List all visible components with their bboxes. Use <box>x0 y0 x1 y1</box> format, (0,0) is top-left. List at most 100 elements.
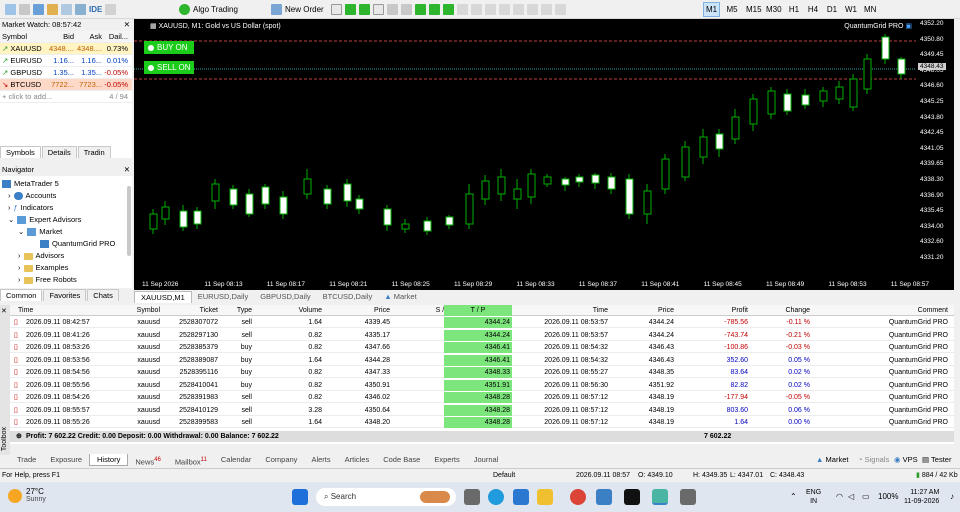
nav-expert-advisors[interactable]: ⌄ Expert Advisors <box>8 214 81 226</box>
zoom-out-icon[interactable] <box>401 4 412 15</box>
tf-h1[interactable]: H1 <box>786 2 802 17</box>
tf-m30[interactable]: M30 <box>764 2 784 17</box>
tab-chart-eurusd[interactable]: EURUSD,Daily <box>192 291 254 303</box>
tray-chevron-icon[interactable]: ⌃ <box>790 492 797 501</box>
market-watch-row-btcusd[interactable]: ↘ BTCUSD 7722... 7723... -0.05% <box>0 79 132 91</box>
app-icon[interactable] <box>680 489 696 505</box>
file-explorer-icon[interactable] <box>537 489 553 505</box>
tab-history[interactable]: History <box>89 454 129 466</box>
terminal-icon[interactable] <box>75 4 86 15</box>
status-profile[interactable]: Default <box>493 469 515 482</box>
price-chart[interactable]: ▦ XAUUSD, M1: Gold vs US Dollar (spot) Q… <box>134 19 954 290</box>
tab-details[interactable]: Details <box>41 146 77 158</box>
history-col-10[interactable]: Profit <box>732 305 748 316</box>
history-col-0[interactable]: Time <box>18 305 33 316</box>
history-col-11[interactable]: Change <box>785 305 810 316</box>
tab-tester[interactable]: ▤ Tester <box>922 454 951 466</box>
crosshair-icon[interactable] <box>499 4 510 15</box>
mail-icon[interactable] <box>513 489 529 505</box>
tab-alerts[interactable]: Alerts <box>304 454 337 466</box>
indicators-icon[interactable] <box>457 4 468 15</box>
history-col-8[interactable]: Time <box>593 305 608 316</box>
tab-favorites[interactable]: Favorites <box>43 289 87 301</box>
objects-icon[interactable] <box>471 4 482 15</box>
tab-news[interactable]: News46 <box>128 454 167 467</box>
tab-articles[interactable]: Articles <box>338 454 377 466</box>
tf-m15[interactable]: M15 <box>744 2 764 17</box>
battery-icon[interactable]: ▭ <box>862 492 870 501</box>
sell-toggle-button[interactable]: SELL ON <box>144 61 194 74</box>
chrome-icon[interactable] <box>570 489 586 505</box>
close-icon[interactable]: ✕ <box>1 307 7 315</box>
nav-advisors[interactable]: › Advisors <box>18 250 64 262</box>
tab-mailbox[interactable]: Mailbox11 <box>168 454 214 467</box>
navigator-icon[interactable] <box>61 4 72 15</box>
trendline-icon[interactable] <box>513 4 524 15</box>
nav-indicators[interactable]: › ƒ Indicators <box>8 202 53 214</box>
history-row[interactable]: ▯ 2026.09.11 08:41:26 xauusd 2528297130 sell… <box>10 329 954 341</box>
wifi-icon[interactable]: ◠ <box>836 492 843 501</box>
fibo-icon[interactable] <box>541 4 552 15</box>
line-chart-icon[interactable] <box>373 4 384 15</box>
metatrader-icon[interactable] <box>652 489 668 505</box>
tab-vps[interactable]: ◉ VPS <box>894 454 918 466</box>
tab-experts[interactable]: Experts <box>427 454 466 466</box>
tf-d1[interactable]: D1 <box>824 2 840 17</box>
history-col-2[interactable]: Ticket <box>200 305 218 316</box>
tab-chart-btcusd[interactable]: BTCUSD,Daily <box>317 291 379 303</box>
history-col-3[interactable]: Type <box>237 305 252 316</box>
text-icon[interactable] <box>555 4 566 15</box>
language-indicator[interactable]: ENG IN <box>806 488 821 506</box>
windows-start-icon[interactable] <box>292 489 308 505</box>
volume-icon[interactable]: ◁ <box>848 492 854 501</box>
tab-chart-xauusd[interactable]: XAUUSD,M1 <box>134 291 192 303</box>
tab-symbols[interactable]: Symbols <box>0 146 41 158</box>
candle-chart-icon[interactable] <box>359 4 370 15</box>
nav-accounts[interactable]: › Accounts <box>8 190 56 202</box>
history-col-7[interactable]: T / P <box>444 305 512 316</box>
tab-exposure[interactable]: Exposure <box>43 454 89 466</box>
history-col-4[interactable]: Volume <box>299 305 322 316</box>
history-col-1[interactable]: Symbol <box>137 305 160 316</box>
tab-calendar[interactable]: Calendar <box>214 454 258 466</box>
depth-of-market-icon[interactable] <box>331 4 342 15</box>
profiles-icon[interactable] <box>19 4 30 15</box>
taskbar-search[interactable]: ⌕ Search <box>316 488 456 506</box>
zoom-in-icon[interactable] <box>387 4 398 15</box>
close-icon[interactable]: ✕ <box>124 164 130 175</box>
tab-company[interactable]: Company <box>258 454 304 466</box>
taskbar-clock[interactable]: 11:27 AM 11-09-2026 <box>904 488 939 506</box>
notification-bell-icon[interactable]: ♪ <box>950 492 954 501</box>
history-row[interactable]: ▯ 2026.09.11 08:42:57 xauusd 2528307072 sell… <box>10 317 954 328</box>
grid-icon[interactable] <box>415 4 426 15</box>
tf-mn[interactable]: MN <box>862 2 878 17</box>
history-row[interactable]: ▯ 2026.09.11 08:54:26 xauusd 2528391983 sell… <box>10 392 954 403</box>
navigator-scrollbar[interactable] <box>127 186 131 256</box>
market-watch-icon[interactable] <box>33 4 44 15</box>
new-order-button[interactable]: New Order <box>268 2 327 17</box>
col-ask[interactable]: Ask <box>74 31 102 42</box>
toolbox-strip[interactable]: Toolbox ✕ <box>0 305 10 455</box>
add-symbol-row[interactable]: + click to add... 4 / 94 <box>0 91 132 103</box>
task-view-icon[interactable] <box>464 489 480 505</box>
market-watch-row-eurusd[interactable]: ↗ EURUSD 1.16... 1.16... 0.01% <box>0 55 132 67</box>
col-symbol[interactable]: Symbol <box>0 31 46 42</box>
tab-chart-gbpusd[interactable]: GBPUSD,Daily <box>254 291 316 303</box>
tf-m5[interactable]: M5 <box>724 2 740 17</box>
weather-widget[interactable]: 27°C Sunny <box>8 487 46 503</box>
cursor-icon[interactable] <box>485 4 496 15</box>
nav-quantumgrid[interactable]: QuantumGrid PRO <box>40 238 115 250</box>
history-row[interactable]: ▯ 2026.09.11 08:53:26 xauusd 2528385379 buy 0… <box>10 342 954 353</box>
tab-trading[interactable]: Tradin <box>77 146 111 158</box>
store-icon[interactable] <box>596 489 612 505</box>
strategy-tester-icon[interactable] <box>105 4 117 15</box>
history-row[interactable]: ▯ 2026.09.11 08:53:56 xauusd 2528389087 buy 1… <box>10 354 954 366</box>
history-col-5[interactable]: Price <box>374 305 390 316</box>
tab-common[interactable]: Common <box>0 289 43 301</box>
tab-journal[interactable]: Journal <box>467 454 506 466</box>
data-window-icon[interactable] <box>47 4 58 15</box>
ide-icon[interactable]: IDE <box>89 5 102 14</box>
history-col-12[interactable]: Comment <box>918 305 948 316</box>
history-row[interactable]: ▯ 2026.09.11 08:54:56 xauusd 2528395116 buy 0… <box>10 367 954 378</box>
close-icon[interactable]: ✕ <box>124 19 130 30</box>
